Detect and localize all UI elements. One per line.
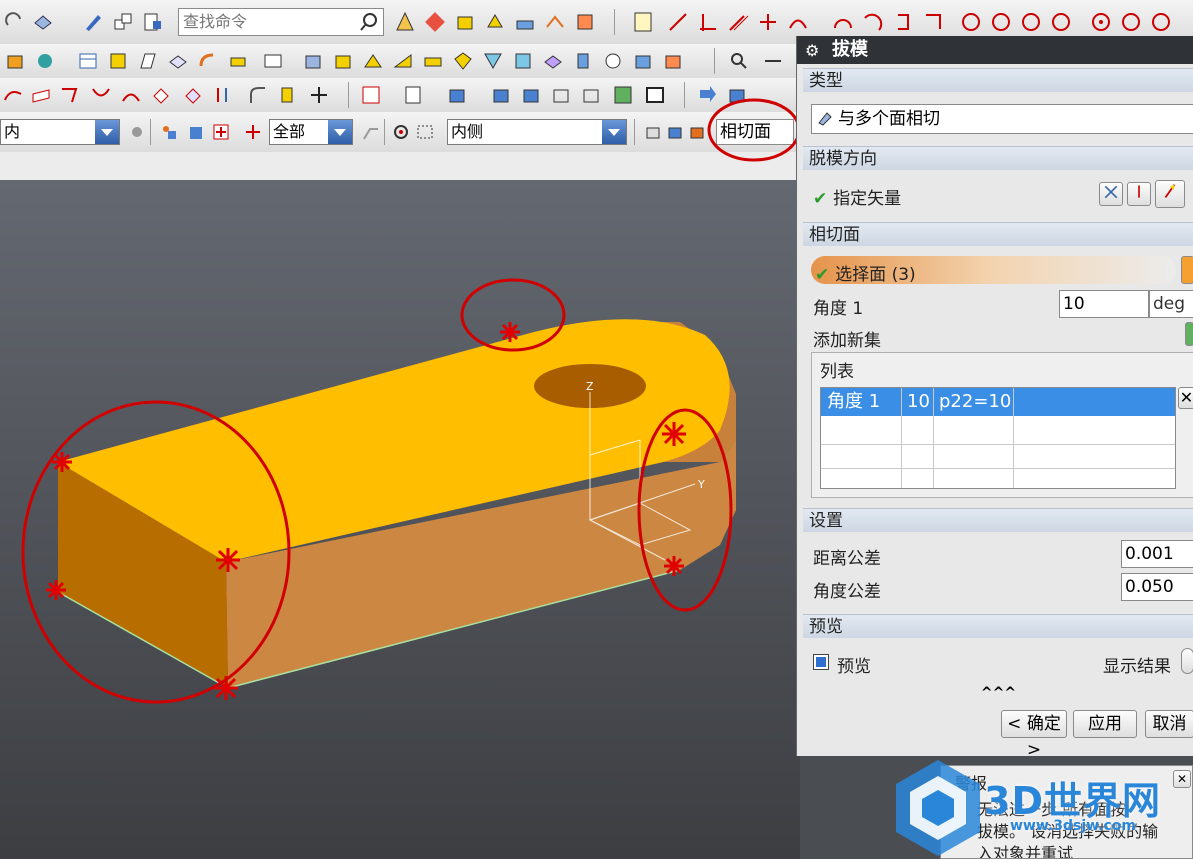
ok-button[interactable]: < 确定 > — [1001, 710, 1067, 760]
add-set-label: 添加新集 — [813, 331, 881, 351]
angle-tolerance-label: 角度公差 — [813, 582, 881, 602]
type-value: 与多个面相切 — [838, 109, 940, 129]
reverse-direction-icon — [1164, 184, 1176, 198]
arc-2-icon[interactable] — [860, 9, 886, 35]
inferred-vector-icon — [1138, 185, 1140, 198]
specify-vector-row[interactable]: ✔ 指定矢量 — [813, 184, 901, 209]
check-icon: ✔ — [813, 189, 834, 209]
preview-checkbox[interactable] — [813, 654, 829, 670]
dialog-titlebar: ⚙ 拔模 — [797, 36, 1193, 64]
type-select[interactable]: 与多个面相切 — [811, 104, 1193, 134]
gear-icon[interactable]: ⚙ — [805, 37, 819, 65]
asterisk-marker — [664, 556, 684, 576]
section-settings[interactable]: 设置 — [803, 508, 1193, 532]
preview-label: 预览 — [837, 657, 871, 677]
column-divider — [901, 388, 902, 488]
angle-input[interactable]: 10 — [1059, 290, 1149, 318]
column-divider — [1013, 388, 1014, 488]
circle-3-icon[interactable] — [1018, 9, 1044, 35]
dialog-title: 拔模 — [832, 39, 868, 60]
warning-line-3: 入对象并重试 — [977, 844, 1074, 859]
add-set-button[interactable] — [1185, 322, 1193, 346]
angle-tolerance-input[interactable]: 0.050 — [1121, 573, 1193, 601]
checkbox-mark — [816, 657, 826, 667]
circle-point-3-icon[interactable] — [1148, 9, 1174, 35]
circle-icon[interactable] — [958, 9, 984, 35]
check-icon: ✔ — [815, 265, 836, 285]
section-direction[interactable]: 脱模方向 — [803, 146, 1193, 170]
select-face-text: 选择面 (3) — [835, 265, 916, 285]
section-type[interactable]: 类型 — [803, 68, 1193, 92]
row-divider — [821, 468, 1175, 469]
vector-inferred-button[interactable] — [1127, 182, 1151, 206]
select-face-label: ✔ 选择面 (3) — [815, 260, 916, 285]
warning-close-button[interactable]: ✕ — [1173, 770, 1191, 788]
row-value: 10 — [907, 391, 930, 412]
asterisk-marker — [216, 548, 240, 572]
distance-tolerance-input[interactable]: 0.001 — [1121, 540, 1193, 568]
list-table[interactable]: 角度 1 10 p22=10 — [820, 387, 1176, 489]
angle-unit-select[interactable]: deg — [1149, 290, 1193, 318]
reverse-direction-button[interactable] — [1155, 180, 1185, 208]
watermark-url: www.3dsjw.com — [1010, 818, 1136, 834]
draft-dialog: ⚙ 拔模 类型 与多个面相切 脱模方向 ✔ 指定矢量 相切面 ✔ 选择面 (3)… — [796, 36, 1193, 760]
list-label: 列表 — [820, 362, 854, 382]
distance-tolerance-label: 距离公差 — [813, 549, 881, 569]
y-axis-label: Y — [697, 478, 705, 491]
watermark-text: 3D世界网 — [984, 779, 1161, 823]
row-divider — [821, 444, 1175, 445]
draft-type-icon — [818, 112, 832, 126]
arc-icon[interactable] — [830, 9, 856, 35]
select-face-button[interactable] — [1181, 256, 1193, 284]
show-result-label: 显示结果 — [1103, 657, 1171, 677]
column-divider — [933, 388, 934, 488]
list-group: 列表 角度 1 10 p22=10 ✕ — [811, 352, 1193, 498]
z-axis-label: Z — [586, 380, 594, 393]
row-name: 角度 1 — [827, 391, 881, 412]
row-expression: p22=10 — [939, 391, 1012, 412]
asterisk-marker — [46, 580, 66, 600]
close-icon: ✕ — [1179, 388, 1193, 407]
model-canvas[interactable]: Z Y — [0, 0, 800, 859]
annotation-ellipse — [707, 98, 800, 162]
section-preview[interactable]: 预览 — [803, 614, 1193, 638]
circle-point-2-icon[interactable] — [1118, 9, 1144, 35]
watermark-logo — [896, 760, 980, 856]
bracket-icon[interactable] — [890, 9, 916, 35]
vector-dialog-button[interactable] — [1099, 182, 1123, 206]
specify-vector-label: 指定矢量 — [833, 189, 902, 209]
vector-icon — [1104, 185, 1118, 199]
cancel-button[interactable]: 取消 — [1145, 710, 1193, 738]
close-icon: ✕ — [1176, 772, 1188, 786]
table-row[interactable]: 角度 1 10 p22=10 — [821, 388, 1175, 416]
angle-label: 角度 1 — [813, 299, 864, 319]
section-tangent-faces[interactable]: 相切面 — [803, 222, 1193, 246]
collapse-toggle[interactable]: ^^^ — [803, 686, 1193, 700]
delete-row-button[interactable]: ✕ — [1178, 387, 1193, 409]
show-result-button[interactable] — [1181, 648, 1193, 674]
select-face-row[interactable]: ✔ 选择面 (3) — [811, 256, 1176, 285]
asterisk-marker — [662, 422, 686, 446]
circle-4-icon[interactable] — [1048, 9, 1074, 35]
trim-icon[interactable] — [920, 9, 946, 35]
asterisk-marker — [500, 322, 520, 342]
circle-2-icon[interactable] — [988, 9, 1014, 35]
circle-point-icon[interactable] — [1088, 9, 1114, 35]
apply-button[interactable]: 应用 — [1073, 710, 1137, 738]
